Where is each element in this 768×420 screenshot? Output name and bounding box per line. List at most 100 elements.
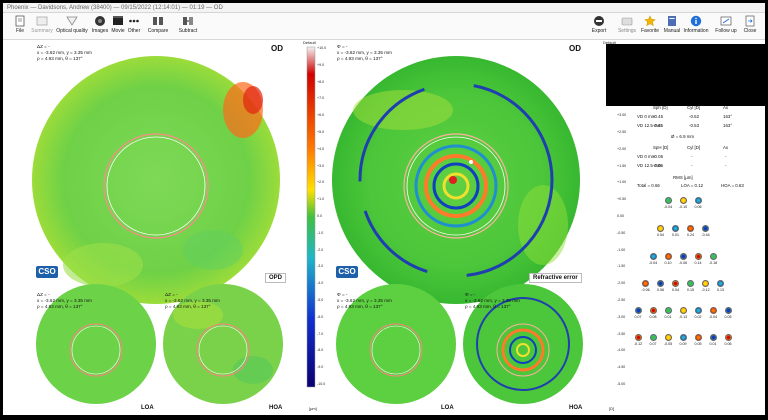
window-title: Phoenix — Davidsons, Andrew (38400) — 09…: [7, 5, 223, 11]
information-icon: [690, 15, 702, 27]
zernike-coefficient-value: 0.06: [694, 205, 702, 209]
favorite-icon: [644, 15, 656, 27]
zernike-coefficient-value: 0.09: [679, 342, 687, 346]
scale-tick-label: +1.0: [317, 197, 325, 202]
settings-icon: [621, 17, 633, 26]
zernike-coefficient-icon[interactable]: [679, 253, 687, 260]
zernike-coefficient-icon[interactable]: [664, 197, 672, 204]
scale-tick-label: +10.0: [317, 46, 327, 50]
scale-tick-label: -2.0: [317, 247, 324, 252]
zernike-coefficient-value: 0.54: [657, 233, 664, 237]
zernike-coefficient-value: 0.24: [687, 233, 694, 237]
zernike-coefficient-value: -0.13: [678, 315, 688, 319]
close-button[interactable]: Close: [735, 15, 765, 37]
zernike-coefficient-value: 0.13: [717, 288, 724, 292]
scale-tick-label: -3.0: [317, 264, 324, 269]
zernike-coefficient-icon[interactable]: [634, 334, 642, 341]
scale-tick-label: +7.0: [317, 96, 325, 101]
zernike-coefficient-icon[interactable]: [664, 253, 672, 260]
zernike-coefficient-icon[interactable]: [664, 334, 672, 341]
scale-left-header: Default: [303, 40, 316, 45]
zernike-coefficient-icon[interactable]: [672, 225, 679, 232]
zernike-coefficient-icon[interactable]: [679, 197, 687, 204]
refraction-row-cyl: -0.53: [689, 123, 700, 128]
scale-tick-label: 0.0: [317, 214, 322, 218]
summary-button[interactable]: Summary: [27, 15, 57, 37]
zernike-coefficient-icon[interactable]: [687, 280, 694, 287]
zernike-coefficient-value: 0.08: [649, 315, 657, 319]
zernike-coefficient-icon[interactable]: [694, 307, 702, 314]
zernike-coefficient-value: -0.06: [678, 261, 688, 265]
refractive-info: Φ = - x = -3.62 mm, y = 3.35 mm ρ = 4.93…: [337, 44, 392, 62]
refraction2-row-sph: -0.06: [653, 163, 664, 168]
zernike-coefficient-icon[interactable]: [694, 334, 702, 341]
zernike-coefficient-icon[interactable]: [649, 334, 657, 341]
zernike-coefficient-icon[interactable]: [717, 280, 724, 287]
zernike-coefficient-icon[interactable]: [657, 225, 664, 232]
opd-info: ΔZ = - x = -3.62 mm, y = 3.35 mm ρ = 4.9…: [37, 44, 92, 62]
zernike-coefficient-icon[interactable]: [709, 253, 717, 260]
zernike-coefficient-value: 0.02: [694, 315, 702, 319]
optical-quality-button[interactable]: Optical quality: [55, 15, 89, 37]
hoa-left-info: ΔZ = - x = -3.62 mm, y = 3.35 mm ρ = 4.9…: [165, 292, 220, 310]
summary-icon: [36, 16, 48, 26]
zernike-coefficient-icon[interactable]: [634, 307, 642, 314]
refraction-row-ax: 163°: [723, 114, 733, 119]
zernike-coefficient-icon[interactable]: [672, 280, 679, 287]
zernike-coefficient-value: -0.12: [633, 342, 643, 346]
manual-icon: [668, 16, 676, 26]
information-button[interactable]: Information: [679, 15, 713, 37]
subtract-button[interactable]: Subtract: [173, 15, 203, 37]
refractive-eye-label: OD: [569, 44, 581, 53]
zernike-coefficient-icon[interactable]: [649, 307, 657, 314]
zernike-coefficient-value: 0.07: [649, 342, 657, 346]
zernike-coefficient-icon[interactable]: [664, 307, 672, 314]
application-window: Phoenix — Davidsons, Andrew (38400) — 09…: [3, 3, 765, 415]
refraction2-header-cyl: Cyl [D]: [687, 145, 701, 150]
close-label: Close: [743, 28, 757, 34]
zernike-coefficient-value: 0.01: [709, 342, 717, 346]
refraction-row-sph: -0.45: [653, 123, 664, 128]
zernike-coefficient-value: -0.05: [663, 342, 673, 346]
refraction2-row-ax: -: [725, 154, 727, 159]
zernike-coefficient-icon[interactable]: [694, 197, 702, 204]
zernike-coefficient-icon[interactable]: [694, 253, 702, 260]
zernike-coefficient-icon[interactable]: [649, 253, 657, 260]
zernike-coefficient-icon[interactable]: [657, 280, 664, 287]
compare-button[interactable]: Compare: [143, 15, 173, 37]
zernike-coefficient-value: 0.05: [724, 315, 732, 319]
refraction-row-sph: -0.45: [653, 114, 664, 119]
loa-left-info: ΔZ = - x = -3.62 mm, y = 3.35 mm ρ = 4.9…: [37, 292, 92, 310]
refraction2-row-sph: -0.06: [653, 154, 664, 159]
scale-tick-label: +6.0: [317, 113, 325, 118]
zernike-coefficient-icon[interactable]: [709, 334, 717, 341]
zernike-coefficient-value: -0.04: [708, 315, 718, 319]
zernike-coefficient-icon[interactable]: [724, 334, 732, 341]
file-icon: [15, 15, 25, 27]
zernike-coefficient-icon[interactable]: [702, 280, 709, 287]
other-icon: [129, 19, 139, 23]
export-button[interactable]: Export: [584, 15, 614, 37]
zernike-coefficient-value: 0.04: [672, 288, 679, 292]
zernike-coefficient-value: 0.06: [657, 288, 664, 292]
cso-logo-left: CSO: [36, 266, 58, 278]
zernike-coefficient-icon[interactable]: [709, 307, 717, 314]
zernike-coefficient-icon[interactable]: [642, 280, 649, 287]
zernike-coefficient-value: -0.44: [701, 233, 710, 237]
scale-tick-label: -7.0: [317, 331, 324, 336]
optical-quality-icon: [66, 16, 78, 26]
zernike-coefficient-icon[interactable]: [687, 225, 694, 232]
refraction-row-cyl: -0.52: [689, 114, 700, 119]
zernike-coefficient-value: 0.06: [724, 342, 732, 346]
refractive-error-tag: Refractive error: [529, 273, 582, 283]
pupil-diameter: Ø = 6.9 mm: [671, 134, 695, 139]
hoa-right-info: Φ = - x = -3.62 mm, y = 3.35 mm ρ = 4.93…: [465, 292, 520, 310]
zernike-coefficient-value: -0.04: [648, 261, 658, 265]
zernike-coefficient-icon[interactable]: [724, 307, 732, 314]
zernike-coefficient-icon[interactable]: [702, 225, 709, 232]
zernike-coefficient-icon[interactable]: [679, 307, 687, 314]
hoa-right-tag: HOA: [569, 405, 583, 411]
refraction2-row-cyl: -: [691, 154, 693, 159]
zernike-coefficient-icon[interactable]: [679, 334, 687, 341]
scale-tick-label: -10.0: [317, 382, 326, 386]
